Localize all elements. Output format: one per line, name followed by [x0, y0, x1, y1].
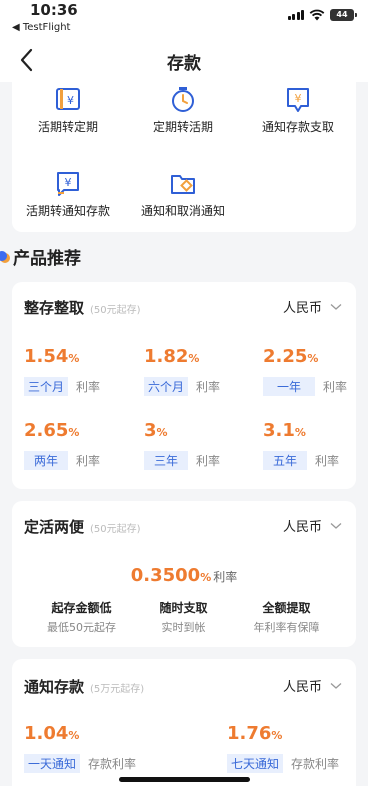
term-tag: 六个月	[144, 377, 189, 396]
feature-desc: 年利率有保障	[253, 621, 320, 634]
service-fixed-to-current[interactable]: 定期转活期	[123, 86, 243, 135]
product-card-notice[interactable]: 通知存款 (5万元起存) 人民币 1.04% 一天通知 存款利率 1.76% 七天通…	[12, 659, 356, 786]
yuan-book-icon: ¥	[56, 88, 80, 110]
rate-value: 1.76%	[227, 723, 283, 744]
feature-title: 全额提取	[262, 601, 311, 615]
rate-cell[interactable]: 1.54% 三个月 利率	[24, 346, 134, 396]
card-title: 整存整取 (50元起存)	[24, 297, 141, 318]
flex-rate: 0.3500% 利率	[12, 565, 356, 586]
rate-label: 存款利率	[291, 757, 340, 771]
status-time: 10:36	[30, 1, 78, 19]
svg-text:¥: ¥	[67, 94, 74, 107]
service-notice-cancel[interactable]: 通知和取消通知	[123, 170, 243, 219]
service-notice-withdraw[interactable]: ¥ 通知存款支取	[238, 86, 358, 135]
rate-value: 1.54%	[24, 346, 80, 367]
rate-cell[interactable]: 1.76% 七天通知 存款利率	[227, 723, 357, 773]
back-to-app-link[interactable]: ◀ TestFlight	[12, 22, 70, 33]
page-title: 存款	[167, 54, 201, 74]
service-current-to-fixed[interactable]: ¥ 活期转定期	[8, 86, 128, 135]
rate-cell[interactable]: 2.25% 一年 利率	[263, 346, 368, 396]
feature-item: 全额提取 年利率有保障	[229, 599, 344, 635]
stopwatch-icon	[172, 87, 194, 112]
rate-label: 利率	[323, 380, 348, 394]
term-tag: 一年	[263, 377, 316, 396]
rate-cell[interactable]: 2.65% 两年 利率	[24, 420, 134, 470]
service-label: 通知存款支取	[261, 120, 334, 134]
term-tag: 七天通知	[227, 754, 284, 773]
services-card: ¥ 活期转定期 定期转活期 ¥ 通知存款支取 ¥ 活期转通知存款 通知和取消通知	[12, 82, 356, 232]
feature-item: 起存金额低 最低50元起存	[24, 599, 139, 635]
rate-value: 2.65%	[24, 420, 80, 441]
currency-label: 人民币	[282, 680, 322, 695]
currency-label: 人民币	[282, 520, 322, 535]
status-icons: 44	[287, 9, 357, 21]
svg-text:¥: ¥	[295, 92, 302, 105]
rate-label: 利率	[315, 454, 340, 468]
card-title: 通知存款 (5万元起存)	[24, 676, 144, 697]
nav-bar: 存款	[0, 38, 368, 82]
card-title-text: 通知存款	[24, 678, 85, 696]
term-tag: 两年	[24, 451, 69, 470]
chevron-down-icon	[330, 303, 342, 310]
rate-cell[interactable]: 1.82% 六个月 利率	[144, 346, 254, 396]
cellular-signal-icon	[287, 10, 304, 20]
rate-label: 利率	[213, 570, 238, 584]
card-title-text: 整存整取	[24, 299, 85, 317]
feature-item: 随时支取 实时到帐	[126, 599, 241, 635]
card-title-text: 定活两便	[24, 518, 85, 536]
svg-text:¥: ¥	[65, 176, 72, 189]
card-title: 定活两便 (50元起存)	[24, 516, 141, 537]
home-indicator[interactable]	[119, 777, 250, 782]
service-label: 定期转活期	[152, 120, 213, 134]
product-card-flex[interactable]: 定活两便 (50元起存) 人民币 0.3500% 利率 起存金额低 最低50元起存 …	[12, 501, 356, 647]
currency-select[interactable]: 人民币	[283, 676, 342, 695]
section-title: 产品推荐	[13, 248, 81, 269]
yuan-bubble-icon: ¥	[287, 88, 309, 112]
rate-value: 1.82%	[144, 346, 200, 367]
rate-value: 3%	[144, 420, 168, 441]
folder-icon	[171, 175, 195, 194]
service-label: 活期转通知存款	[25, 204, 110, 218]
currency-select[interactable]: 人民币	[283, 516, 342, 535]
service-label: 活期转定期	[37, 120, 98, 134]
rate-label: 利率	[76, 454, 101, 468]
card-subtitle: (50元起存)	[90, 305, 141, 316]
rate-value: 2.25%	[263, 346, 319, 367]
rate-cell[interactable]: 3% 三年 利率	[144, 420, 254, 470]
card-subtitle: (50元起存)	[90, 524, 141, 535]
rate-value: 3.1%	[263, 420, 306, 441]
feature-desc: 实时到帐	[161, 621, 206, 634]
rate-label: 利率	[196, 454, 221, 468]
currency-label: 人民币	[282, 301, 322, 316]
battery-icon: 44	[330, 9, 357, 21]
service-label: 通知和取消通知	[140, 204, 225, 218]
service-current-to-notice[interactable]: ¥ 活期转通知存款	[8, 170, 128, 219]
feature-desc: 最低50元起存	[47, 621, 116, 634]
chevron-down-icon	[330, 522, 342, 529]
rate-label: 利率	[76, 380, 101, 394]
product-card-fixed[interactable]: 整存整取 (50元起存) 人民币 1.54% 三个月 利率 1.82% 六个月 利率 …	[12, 282, 356, 489]
currency-select[interactable]: 人民币	[283, 297, 342, 316]
section-heading: 产品推荐	[0, 242, 81, 270]
section-dot-icon	[0, 251, 7, 261]
term-tag: 五年	[263, 451, 308, 470]
wifi-icon	[309, 9, 325, 21]
feature-title: 起存金额低	[51, 601, 112, 615]
term-tag: 一天通知	[24, 754, 81, 773]
rate-cell[interactable]: 3.1% 五年 利率	[263, 420, 368, 470]
term-tag: 三年	[144, 451, 189, 470]
rate-cell[interactable]: 1.04% 一天通知 存款利率	[24, 723, 184, 773]
yuan-message-icon: ¥	[57, 172, 79, 196]
rate-label: 利率	[196, 380, 221, 394]
term-tag: 三个月	[24, 377, 69, 396]
rate-label: 存款利率	[88, 757, 137, 771]
status-bar: 10:36 ◀ TestFlight 44	[0, 0, 368, 38]
feature-title: 随时支取	[159, 601, 208, 615]
rate-value: 1.04%	[24, 723, 80, 744]
chevron-down-icon	[330, 682, 342, 689]
rate-value: 0.3500%	[130, 565, 212, 586]
card-subtitle: (5万元起存)	[90, 684, 145, 695]
